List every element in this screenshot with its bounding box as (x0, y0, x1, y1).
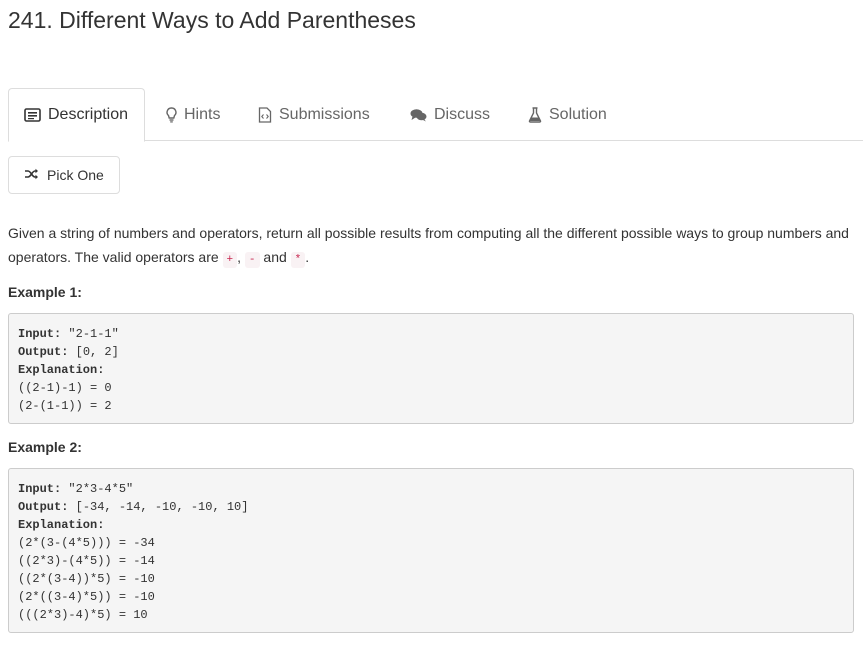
comments-icon (410, 108, 427, 122)
tab-description[interactable]: Description (8, 88, 146, 142)
explanation-line: (((2*3)-4)*5) = 10 (18, 608, 148, 622)
output-value: [-34, -14, -10, -10, 10] (68, 500, 249, 514)
tab-label: Discuss (434, 105, 491, 123)
output-label: Output: (18, 345, 69, 359)
lightbulb-icon (166, 106, 177, 123)
shuffle-icon (24, 167, 39, 183)
problem-description: Given a string of numbers and operators,… (8, 221, 856, 272)
input-label: Input: (18, 482, 62, 496)
explanation-line: ((2*3)-(4*5)) = -14 (18, 554, 155, 568)
input-value: "2*3-4*5" (61, 482, 134, 496)
operator-minus: - (244, 252, 260, 268)
tab-label: Description (48, 106, 129, 123)
tab-submissions[interactable]: Submissions (258, 88, 370, 141)
operator-times: * (290, 252, 306, 268)
separator: and (259, 249, 291, 265)
description-end: . (305, 249, 310, 265)
tab-label: Solution (549, 105, 607, 123)
output-label: Output: (18, 500, 69, 514)
explanation-line: (2*((3-4)*5)) = -10 (18, 590, 155, 604)
pick-one-button[interactable]: Pick One (8, 156, 120, 194)
output-value: [0, 2] (68, 345, 119, 359)
description-icon (24, 108, 41, 122)
code-file-icon (258, 106, 272, 123)
example-1-heading: Example 1: (8, 284, 82, 300)
example-1-code-block: Input: "2-1-1" Output: [0, 2] Explanatio… (8, 313, 854, 424)
input-label: Input: (18, 327, 62, 341)
explanation-line: (2-(1-1)) = 2 (18, 399, 112, 413)
input-value: "2-1-1" (61, 327, 119, 341)
page-title: 241. Different Ways to Add Parentheses (8, 7, 416, 33)
explanation-line: ((2-1)-1) = 0 (18, 381, 112, 395)
tab-label: Submissions (279, 105, 370, 123)
explanation-line: (2*(3-(4*5))) = -34 (18, 536, 155, 550)
operator-plus: + (222, 252, 238, 268)
pick-one-label: Pick One (47, 167, 104, 183)
flask-icon (528, 106, 542, 123)
tab-solution[interactable]: Solution (528, 88, 607, 141)
tab-label: Hints (184, 105, 221, 123)
explanation-line: ((2*(3-4))*5) = -10 (18, 572, 155, 586)
separator: , (237, 249, 245, 265)
explanation-label: Explanation: (18, 363, 105, 377)
tab-bar: Description Hints Submissions Discuss So… (8, 88, 863, 142)
example-2-heading: Example 2: (8, 439, 82, 455)
tab-discuss[interactable]: Discuss (410, 88, 490, 141)
description-text: Given a string of numbers and operators,… (8, 225, 849, 265)
example-2-code-block: Input: "2*3-4*5" Output: [-34, -14, -10,… (8, 468, 854, 633)
explanation-label: Explanation: (18, 518, 105, 532)
tab-hints[interactable]: Hints (166, 88, 220, 141)
